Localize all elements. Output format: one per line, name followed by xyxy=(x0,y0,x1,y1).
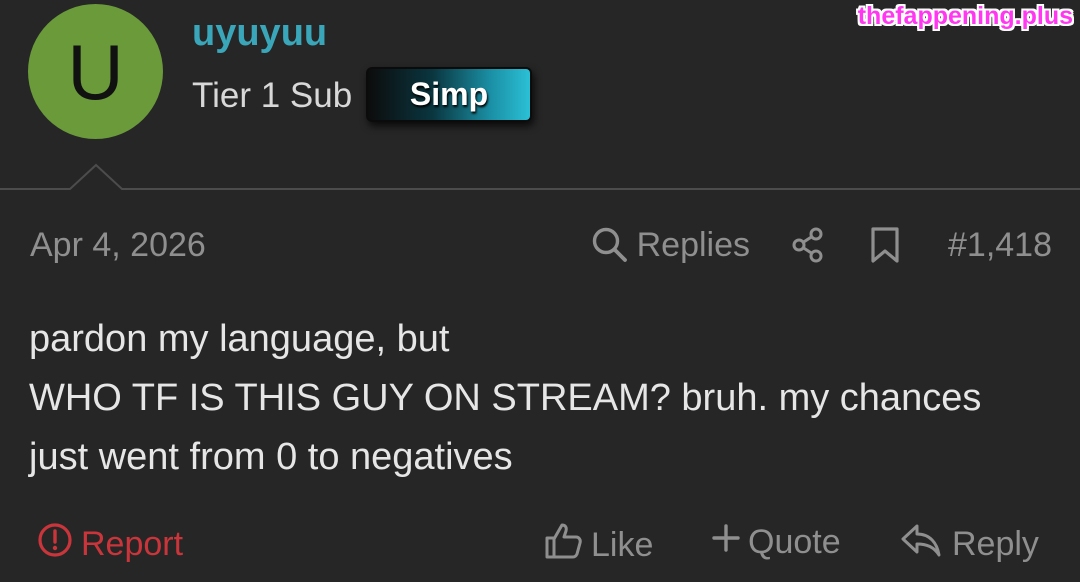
user-banner-badge: Simp xyxy=(366,67,532,122)
thumbs-up-icon xyxy=(543,522,583,569)
avatar[interactable]: U xyxy=(28,4,163,139)
user-banner-label: Simp xyxy=(409,76,489,112)
watermark: thefappening.plus xyxy=(857,2,1073,30)
user-title: Tier 1 Sub xyxy=(192,76,353,115)
reply-label: Reply xyxy=(952,525,1039,563)
message-line: pardon my language, but xyxy=(29,318,450,360)
reply-icon xyxy=(900,522,942,567)
quote-button[interactable]: Quote xyxy=(710,522,841,563)
bookmark-button[interactable] xyxy=(870,226,900,264)
bookmark-icon xyxy=(870,226,900,264)
replies-label: Replies xyxy=(636,225,750,264)
post-date[interactable]: Apr 4, 2026 xyxy=(30,226,206,265)
post-footer-actions: Report Like Quote Reply xyxy=(0,522,1080,582)
like-label: Like xyxy=(591,526,654,564)
share-button[interactable] xyxy=(790,226,826,264)
message-line: just went from 0 to negatives xyxy=(29,436,513,478)
post-number-link[interactable]: #1,418 xyxy=(948,226,1052,265)
report-label: Report xyxy=(81,525,184,563)
message-line: WHO TF IS THIS GUY ON STREAM? bruh. my c… xyxy=(29,377,982,419)
like-button[interactable]: Like xyxy=(543,522,653,569)
report-button[interactable]: Report xyxy=(37,522,183,567)
avatar-letter: U xyxy=(67,27,124,116)
alert-circle-icon xyxy=(37,522,73,567)
search-icon xyxy=(591,226,629,264)
plus-icon xyxy=(710,522,742,563)
quote-label: Quote xyxy=(748,523,841,561)
username-link[interactable]: uyuyuu xyxy=(192,12,327,55)
share-icon xyxy=(790,226,826,264)
post-attribution-actions: Replies #1,418 xyxy=(591,220,1052,270)
replies-link[interactable]: Replies xyxy=(591,226,750,265)
post-separator xyxy=(0,163,1080,190)
reply-button[interactable]: Reply xyxy=(900,522,1039,567)
message-body: pardon my language, but WHO TF IS THIS G… xyxy=(29,310,1059,487)
